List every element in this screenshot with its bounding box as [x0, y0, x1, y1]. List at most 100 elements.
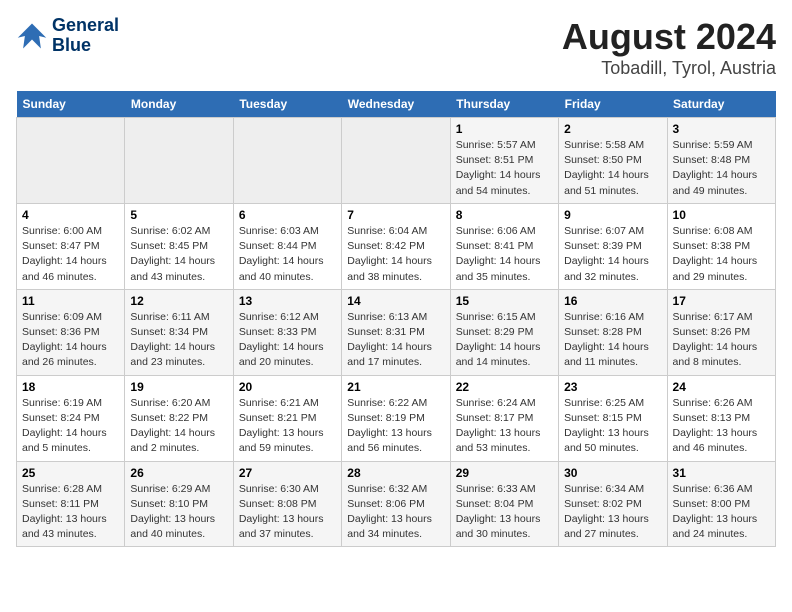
calendar-cell: 2 Sunrise: 5:58 AM Sunset: 8:50 PM Daylig… [559, 118, 667, 204]
day-info: Sunrise: 6:02 AM Sunset: 8:45 PM Dayligh… [130, 224, 227, 285]
day-number: 3 [673, 122, 770, 136]
day-info: Sunrise: 6:34 AM Sunset: 8:02 PM Dayligh… [564, 482, 661, 543]
day-number: 6 [239, 208, 336, 222]
calendar-cell: 3Sunrise: 5:59 AM Sunset: 8:48 PM Daylig… [667, 118, 775, 204]
day-info: Sunrise: 6:26 AM Sunset: 8:13 PM Dayligh… [673, 396, 770, 457]
calendar-cell: 8 Sunrise: 6:06 AM Sunset: 8:41 PM Daylig… [450, 203, 558, 289]
day-number: 4 [22, 208, 119, 222]
day-info: Sunrise: 6:13 AM Sunset: 8:31 PM Dayligh… [347, 310, 444, 371]
calendar-week-row: 18 Sunrise: 6:19 AM Sunset: 8:24 PM Dayli… [17, 375, 776, 461]
weekday-header-thursday: Thursday [450, 91, 558, 118]
day-info: Sunrise: 6:33 AM Sunset: 8:04 PM Dayligh… [456, 482, 553, 543]
day-number: 24 [673, 380, 770, 394]
day-info: Sunrise: 6:22 AM Sunset: 8:19 PM Dayligh… [347, 396, 444, 457]
calendar-cell: 20Sunrise: 6:21 AM Sunset: 8:21 PM Dayli… [233, 375, 341, 461]
day-info: Sunrise: 6:07 AM Sunset: 8:39 PM Dayligh… [564, 224, 661, 285]
page-subtitle: Tobadill, Tyrol, Austria [562, 58, 776, 79]
weekday-header-row: SundayMondayTuesdayWednesdayThursdayFrid… [17, 91, 776, 118]
day-info: Sunrise: 6:12 AM Sunset: 8:33 PM Dayligh… [239, 310, 336, 371]
calendar-table: SundayMondayTuesdayWednesdayThursdayFrid… [16, 91, 776, 547]
day-info: Sunrise: 6:29 AM Sunset: 8:10 PM Dayligh… [130, 482, 227, 543]
weekday-header-wednesday: Wednesday [342, 91, 450, 118]
day-info: Sunrise: 5:57 AM Sunset: 8:51 PM Dayligh… [456, 138, 553, 199]
day-info: Sunrise: 6:17 AM Sunset: 8:26 PM Dayligh… [673, 310, 770, 371]
calendar-cell: 24 Sunrise: 6:26 AM Sunset: 8:13 PM Dayli… [667, 375, 775, 461]
day-info: Sunrise: 6:28 AM Sunset: 8:11 PM Dayligh… [22, 482, 119, 543]
calendar-cell: 22 Sunrise: 6:24 AM Sunset: 8:17 PM Dayli… [450, 375, 558, 461]
day-number: 26 [130, 466, 227, 480]
calendar-cell: 15 Sunrise: 6:15 AM Sunset: 8:29 PM Dayli… [450, 289, 558, 375]
day-number: 17 [673, 294, 770, 308]
day-info: Sunrise: 6:30 AM Sunset: 8:08 PM Dayligh… [239, 482, 336, 543]
day-number: 20 [239, 380, 336, 394]
day-number: 13 [239, 294, 336, 308]
calendar-cell: 27 Sunrise: 6:30 AM Sunset: 8:08 PM Dayli… [233, 461, 341, 547]
day-info: Sunrise: 6:36 AM Sunset: 8:00 PM Dayligh… [673, 482, 770, 543]
calendar-cell: 21 Sunrise: 6:22 AM Sunset: 8:19 PM Dayli… [342, 375, 450, 461]
day-info: Sunrise: 5:58 AM Sunset: 8:50 PM Dayligh… [564, 138, 661, 199]
day-number: 30 [564, 466, 661, 480]
calendar-cell: 12 Sunrise: 6:11 AM Sunset: 8:34 PM Dayli… [125, 289, 233, 375]
calendar-cell: 5 Sunrise: 6:02 AM Sunset: 8:45 PM Daylig… [125, 203, 233, 289]
day-info: Sunrise: 6:06 AM Sunset: 8:41 PM Dayligh… [456, 224, 553, 285]
weekday-header-monday: Monday [125, 91, 233, 118]
weekday-header-friday: Friday [559, 91, 667, 118]
day-number: 14 [347, 294, 444, 308]
day-number: 1 [456, 122, 553, 136]
day-number: 31 [673, 466, 770, 480]
calendar-cell [233, 118, 341, 204]
calendar-week-row: 1 Sunrise: 5:57 AM Sunset: 8:51 PM Daylig… [17, 118, 776, 204]
calendar-cell [125, 118, 233, 204]
calendar-week-row: 11Sunrise: 6:09 AM Sunset: 8:36 PM Dayli… [17, 289, 776, 375]
day-info: Sunrise: 6:04 AM Sunset: 8:42 PM Dayligh… [347, 224, 444, 285]
day-info: Sunrise: 6:24 AM Sunset: 8:17 PM Dayligh… [456, 396, 553, 457]
calendar-cell: 11Sunrise: 6:09 AM Sunset: 8:36 PM Dayli… [17, 289, 125, 375]
calendar-cell: 10 Sunrise: 6:08 AM Sunset: 8:38 PM Dayli… [667, 203, 775, 289]
day-info: Sunrise: 6:19 AM Sunset: 8:24 PM Dayligh… [22, 396, 119, 457]
day-number: 2 [564, 122, 661, 136]
day-number: 23 [564, 380, 661, 394]
day-number: 8 [456, 208, 553, 222]
day-number: 18 [22, 380, 119, 394]
calendar-cell: 4 Sunrise: 6:00 AM Sunset: 8:47 PM Daylig… [17, 203, 125, 289]
calendar-cell [17, 118, 125, 204]
weekday-header-saturday: Saturday [667, 91, 775, 118]
weekday-header-sunday: Sunday [17, 91, 125, 118]
calendar-cell: 29Sunrise: 6:33 AM Sunset: 8:04 PM Dayli… [450, 461, 558, 547]
day-info: Sunrise: 6:09 AM Sunset: 8:36 PM Dayligh… [22, 310, 119, 371]
day-info: Sunrise: 6:08 AM Sunset: 8:38 PM Dayligh… [673, 224, 770, 285]
day-number: 25 [22, 466, 119, 480]
page-title: August 2024 [562, 16, 776, 58]
day-number: 15 [456, 294, 553, 308]
calendar-cell: 16Sunrise: 6:16 AM Sunset: 8:28 PM Dayli… [559, 289, 667, 375]
title-area: August 2024 Tobadill, Tyrol, Austria [562, 16, 776, 79]
day-number: 27 [239, 466, 336, 480]
day-number: 16 [564, 294, 661, 308]
header: General Blue August 2024 Tobadill, Tyrol… [16, 16, 776, 79]
logo: General Blue [16, 16, 119, 56]
day-info: Sunrise: 6:15 AM Sunset: 8:29 PM Dayligh… [456, 310, 553, 371]
calendar-cell: 6Sunrise: 6:03 AM Sunset: 8:44 PM Daylig… [233, 203, 341, 289]
day-info: Sunrise: 6:20 AM Sunset: 8:22 PM Dayligh… [130, 396, 227, 457]
day-number: 12 [130, 294, 227, 308]
calendar-cell: 31 Sunrise: 6:36 AM Sunset: 8:00 PM Dayli… [667, 461, 775, 547]
day-number: 21 [347, 380, 444, 394]
calendar-cell: 9 Sunrise: 6:07 AM Sunset: 8:39 PM Daylig… [559, 203, 667, 289]
calendar-cell: 1 Sunrise: 5:57 AM Sunset: 8:51 PM Daylig… [450, 118, 558, 204]
calendar-cell: 30 Sunrise: 6:34 AM Sunset: 8:02 PM Dayli… [559, 461, 667, 547]
day-number: 10 [673, 208, 770, 222]
calendar-cell: 23Sunrise: 6:25 AM Sunset: 8:15 PM Dayli… [559, 375, 667, 461]
day-number: 22 [456, 380, 553, 394]
day-number: 9 [564, 208, 661, 222]
calendar-cell: 14 Sunrise: 6:13 AM Sunset: 8:31 PM Dayli… [342, 289, 450, 375]
day-number: 5 [130, 208, 227, 222]
day-number: 7 [347, 208, 444, 222]
calendar-cell: 28Sunrise: 6:32 AM Sunset: 8:06 PM Dayli… [342, 461, 450, 547]
calendar-cell [342, 118, 450, 204]
day-info: Sunrise: 6:11 AM Sunset: 8:34 PM Dayligh… [130, 310, 227, 371]
day-number: 19 [130, 380, 227, 394]
logo-text: General Blue [52, 16, 119, 56]
day-number: 28 [347, 466, 444, 480]
calendar-week-row: 25 Sunrise: 6:28 AM Sunset: 8:11 PM Dayli… [17, 461, 776, 547]
day-info: Sunrise: 6:00 AM Sunset: 8:47 PM Dayligh… [22, 224, 119, 285]
